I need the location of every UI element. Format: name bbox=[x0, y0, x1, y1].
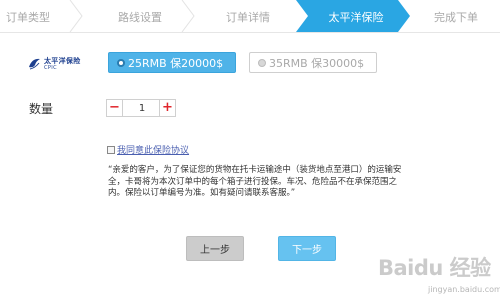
baidu-jingyan-watermark: Baidu 经验 jingyan.baidu.com bbox=[378, 252, 500, 300]
radio-unselected-icon bbox=[258, 58, 266, 67]
radio-selected-icon bbox=[117, 58, 125, 67]
quantity-label: 数量 bbox=[29, 102, 54, 116]
next-step-button[interactable]: 下一步 bbox=[278, 236, 336, 261]
quantity-decrease-button[interactable]: − bbox=[107, 100, 123, 116]
insurance-option-35rmb[interactable]: 35RMB 保30000$ bbox=[249, 52, 377, 73]
quantity-stepper: − + bbox=[106, 99, 176, 117]
watermark-logo-text: Baidu 经验 bbox=[378, 256, 491, 280]
insurance-option-25rmb[interactable]: 25RMB 保20000$ bbox=[108, 52, 236, 73]
step-complete-order[interactable]: 完成下单 bbox=[434, 9, 478, 25]
insurance-option-label: 25RMB 保20000$ bbox=[128, 56, 224, 70]
step-bar-divider bbox=[0, 32, 500, 33]
quantity-increase-button[interactable]: + bbox=[159, 100, 175, 116]
step-order-type[interactable]: 订单类型 bbox=[6, 9, 50, 25]
insurance-option-label: 35RMB 保30000$ bbox=[269, 56, 365, 70]
step-route-settings[interactable]: 路线设置 bbox=[118, 9, 162, 25]
quantity-input[interactable] bbox=[124, 100, 160, 116]
agreement-row: 我同意此保险协议 bbox=[107, 143, 189, 156]
step-progress-bar: 订单类型 路线设置 订单详情 太平洋保险 完成下单 bbox=[0, 0, 500, 32]
step-order-details[interactable]: 订单详情 bbox=[226, 9, 270, 25]
cpic-logo: 太平洋保险 CPIC bbox=[28, 56, 88, 74]
logo-text-en: CPIC bbox=[44, 65, 58, 71]
insurance-agreement-link[interactable]: 我同意此保险协议 bbox=[117, 143, 189, 156]
previous-step-button[interactable]: 上一步 bbox=[186, 236, 244, 261]
agreement-checkbox[interactable] bbox=[107, 145, 115, 154]
watermark-url: jingyan.baidu.com bbox=[428, 285, 500, 294]
step-insurance-active[interactable]: 太平洋保险 bbox=[316, 9, 396, 25]
cpic-logo-icon bbox=[29, 58, 40, 70]
insurance-notice-text: “亲爱的客户，为了保证您的货物在托卡运输途中（装货地点至港口）的运输安全，卡哥将… bbox=[108, 165, 402, 198]
